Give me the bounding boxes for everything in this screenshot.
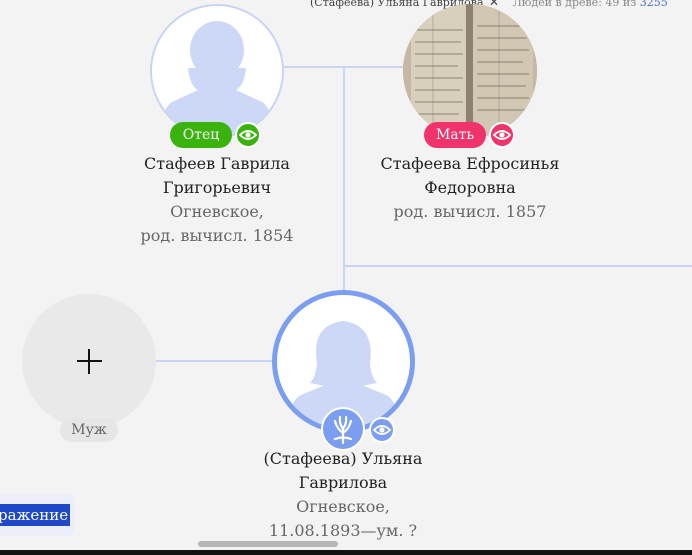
father-name-line1: Стафеев Гаврила [144, 154, 290, 173]
document-scan-image [403, 4, 537, 138]
mother-name-line2: Федоровна [424, 178, 516, 197]
display-settings-label: ражение [0, 504, 71, 526]
mother-dates: род. вычисл. 1857 [393, 202, 547, 221]
eye-icon [238, 130, 258, 140]
father-place: Огневское, [170, 202, 264, 221]
person-view-button[interactable] [369, 417, 395, 443]
plus-icon-vertical [88, 349, 90, 374]
tree-icon [333, 415, 353, 445]
person-card-text[interactable]: (Стафеева) Ульяна Гаврилова Огневское, 1… [243, 447, 443, 543]
mother-view-button[interactable] [489, 122, 515, 148]
mother-avatar[interactable] [403, 4, 537, 138]
people-count-label: Людей в древе: 49 из [512, 0, 637, 9]
connector-spouse [156, 360, 274, 362]
male-silhouette-icon [160, 21, 274, 136]
tree-emblem-badge[interactable] [321, 407, 365, 451]
person-place: Огневское, [296, 497, 390, 516]
scroll-indicator[interactable] [198, 541, 338, 547]
father-badge: Отец [170, 122, 232, 148]
mother-badge: Мать [424, 122, 486, 148]
person-name-line2: Гаврилова [298, 473, 388, 492]
mother-card-text[interactable]: Стафеева Ефросинья Федоровна род. вычисл… [370, 152, 570, 224]
people-count: Людей в древе: 49 из 3255 [513, 0, 668, 9]
connector-siblings [343, 265, 692, 267]
father-card-text[interactable]: Стафеев Гаврила Григорьевич Огневское, р… [117, 152, 317, 248]
connector-parents-vertical [343, 67, 345, 315]
person-dates: 11.08.1893—ум. ? [268, 521, 418, 540]
bottom-edge [0, 550, 692, 555]
display-settings-button[interactable]: ражение [0, 494, 75, 536]
people-count-total[interactable]: 3255 [640, 0, 668, 9]
eye-icon [372, 425, 392, 435]
person-name-line1: (Стафеева) Ульяна [263, 449, 423, 468]
father-view-button[interactable] [235, 122, 261, 148]
father-name-line2: Григорьевич [162, 178, 272, 197]
eye-icon [492, 130, 512, 140]
mother-name-line1: Стафеева Ефросинья [380, 154, 560, 173]
father-dates: род. вычисл. 1854 [140, 226, 294, 245]
father-avatar[interactable] [150, 4, 284, 138]
spouse-label[interactable]: Муж [60, 418, 118, 442]
